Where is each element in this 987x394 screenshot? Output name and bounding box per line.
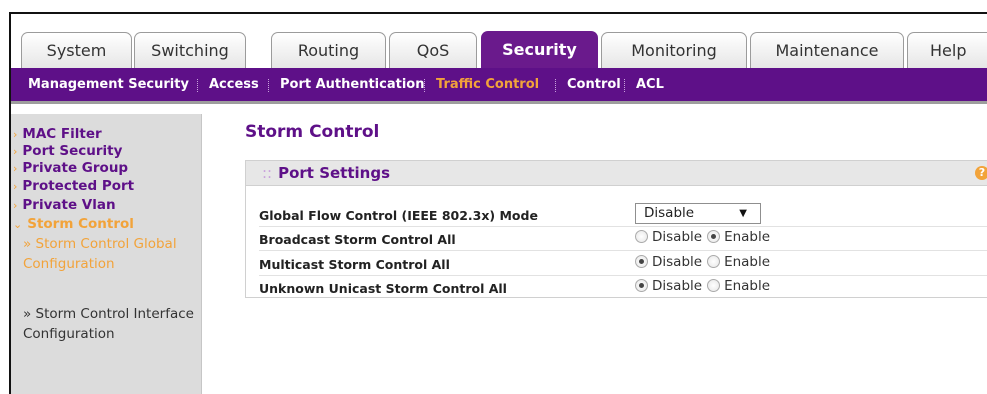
submenu-traffic-control[interactable]: Traffic Control [436,68,539,101]
nav-item-label: Port Security [22,143,123,159]
nav-sub-storm-control-global[interactable]: » Storm Control Global Configuration [23,234,199,274]
nav-item-storm-control[interactable]: ⌄ Storm Control [13,216,134,232]
multicast-enable-radio[interactable] [707,255,721,268]
setting-label: Multicast Storm Control All [259,257,450,272]
tab-routing[interactable]: Routing [271,32,386,68]
radio-label: Disable [652,229,703,245]
submenu-port-authentication[interactable]: Port Authentication [280,68,424,101]
radio-label: Enable [724,229,771,245]
broadcast-radio-group: Disable Enable [635,229,775,245]
broadcast-disable-radio[interactable] [635,230,648,243]
setting-row-unknown-unicast-storm-control: Unknown Unicast Storm Control All Disabl… [259,276,987,300]
tab-maintenance[interactable]: Maintenance [750,32,904,68]
drag-handle-icon: :: [262,164,273,182]
panel-title: Port Settings [278,164,391,182]
multicast-radio-group: Disable Enable [635,254,775,270]
broadcast-enable-radio[interactable] [707,230,721,243]
unknown-unicast-disable-radio[interactable] [635,279,648,292]
help-icon[interactable]: ? [975,166,987,180]
left-navigation: › MAC Filter › Port Security › Private Grou… [11,114,202,394]
port-settings-panel: :: Port Settings ? Global Flow Control (I… [245,160,987,298]
global-flow-control-select[interactable]: Disable ▼ [635,203,761,224]
sub-menu-bar: Management Security Access Port Authenti… [11,68,987,104]
nav-sub-storm-control-interface[interactable]: » Storm Control Interface Configuration [23,304,199,344]
submenu-divider [197,79,198,92]
top-tab-bar: System Switching Routing QoS Security Mo… [11,14,987,68]
nav-item-label: MAC Filter [22,126,102,142]
nav-item-label: Storm Control [27,216,134,232]
page-title: Storm Control [245,122,380,142]
chevron-right-icon: › [13,145,18,158]
nav-item-mac-filter[interactable]: › MAC Filter [13,126,102,142]
submenu-divider [555,79,556,92]
nav-item-label: Private Vlan [22,197,116,213]
chevron-right-icon: › [13,162,18,175]
submenu-divider [268,79,269,92]
nav-item-private-group[interactable]: › Private Group [13,160,128,176]
tab-switching[interactable]: Switching [134,32,246,68]
nav-item-private-vlan[interactable]: › Private Vlan [13,197,116,213]
radio-label: Disable [652,254,703,270]
nav-item-label: Private Group [22,160,129,176]
radio-label: Enable [724,278,771,294]
nav-item-protected-port[interactable]: › Protected Port [13,178,134,194]
multicast-disable-radio[interactable] [635,255,648,268]
row-divider [259,250,987,251]
submenu-divider [624,79,625,92]
submenu-acl[interactable]: ACL [636,68,664,101]
chevron-right-icon: › [13,199,18,212]
setting-label: Broadcast Storm Control All [259,232,456,247]
setting-label: Global Flow Control (IEEE 802.3x) Mode [259,208,538,223]
panel-header: :: Port Settings ? [246,161,987,186]
dropdown-arrow-icon: ▼ [739,208,747,219]
tab-system[interactable]: System [21,32,132,68]
nav-item-port-security[interactable]: › Port Security [13,143,122,159]
radio-label: Enable [724,254,771,270]
setting-label: Unknown Unicast Storm Control All [259,281,507,296]
tab-monitoring[interactable]: Monitoring [601,32,747,68]
submenu-divider [424,79,425,92]
tab-qos[interactable]: QoS [389,32,477,68]
chevron-right-icon: › [13,128,18,141]
app-frame: System Switching Routing QoS Security Mo… [9,12,987,394]
unknown-unicast-radio-group: Disable Enable [635,278,775,294]
setting-row-global-flow-control: Global Flow Control (IEEE 802.3x) Mode D… [259,203,987,227]
unknown-unicast-enable-radio[interactable] [707,279,721,292]
submenu-control[interactable]: Control [567,68,621,101]
setting-row-multicast-storm-control: Multicast Storm Control All Disable Enabl… [259,252,987,276]
chevron-down-icon: ⌄ [13,218,23,231]
submenu-access[interactable]: Access [209,68,259,101]
chevron-right-icon: › [13,180,18,193]
tab-help[interactable]: Help [907,32,987,68]
radio-label: Disable [652,278,703,294]
tab-security[interactable]: Security [481,31,598,68]
select-value: Disable [644,205,695,221]
setting-row-broadcast-storm-control: Broadcast Storm Control All Disable Enabl… [259,227,987,251]
submenu-management-security[interactable]: Management Security [28,68,189,101]
nav-item-label: Protected Port [22,178,135,194]
